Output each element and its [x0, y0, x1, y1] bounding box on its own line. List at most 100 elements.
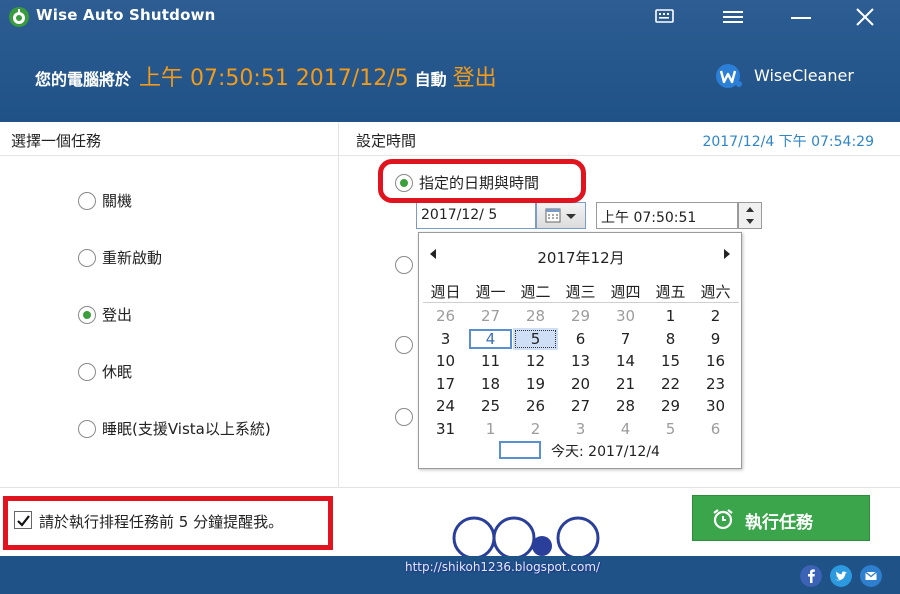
calendar-day[interactable]: 29	[558, 305, 603, 327]
radio-sleep[interactable]	[78, 420, 96, 438]
calendar-day[interactable]: 1	[468, 418, 513, 440]
schedule-time: 上午 07:50:51 2017/12/5	[139, 66, 409, 91]
run-task-button[interactable]: 執行任務	[692, 495, 870, 541]
calendar-day[interactable]: 17	[423, 373, 468, 395]
calendar-day[interactable]: 20	[558, 373, 603, 395]
schedule-suffix: 自動	[414, 70, 447, 89]
calendar-day[interactable]: 6	[558, 328, 603, 350]
calendar-day[interactable]: 13	[558, 350, 603, 372]
calendar-day[interactable]: 16	[693, 350, 738, 372]
calendar-day[interactable]: 28	[603, 395, 648, 417]
calendar-weekday-row: 週日 週一 週二 週三 週四 週五 週六	[423, 281, 739, 303]
calendar-day[interactable]: 4	[603, 418, 648, 440]
time-field[interactable]: 上午 07:50:51	[596, 202, 738, 229]
calendar-day[interactable]: 24	[423, 395, 468, 417]
calendar-day[interactable]: 5	[513, 327, 558, 350]
calendar-dropdown-button[interactable]	[536, 202, 586, 229]
radio-time-mode-2[interactable]	[395, 256, 413, 274]
calendar-day[interactable]: 27	[558, 395, 603, 417]
calendar-day[interactable]: 30	[603, 305, 648, 327]
calendar-day[interactable]: 15	[648, 350, 693, 372]
calendar-day[interactable]: 8	[648, 328, 693, 350]
calendar-day[interactable]: 31	[423, 418, 468, 440]
close-icon[interactable]	[850, 4, 880, 30]
weekday-label: 週三	[565, 283, 596, 301]
radio-time-mode-3[interactable]	[395, 336, 413, 354]
calendar-day[interactable]: 2	[513, 418, 558, 440]
annotation-highlight-reminder	[3, 496, 333, 550]
next-month-icon[interactable]	[721, 247, 733, 261]
weekday-label: 週四	[610, 283, 641, 301]
spin-down-icon[interactable]	[739, 216, 761, 228]
calendar-month-label: 2017年12月	[537, 249, 625, 267]
calendar-day[interactable]: 19	[513, 373, 558, 395]
task-section-title: 選擇一個任務	[11, 132, 102, 150]
radio-hibernate[interactable]	[78, 363, 96, 381]
calendar-day[interactable]: 25	[468, 395, 513, 417]
schedule-summary: 您的電腦將於 上午 07:50:51 2017/12/5 自動 登出	[35, 60, 497, 92]
blog-url-watermark: http://shikoh1236.blogspot.com/	[405, 560, 601, 574]
weekday-label: 週六	[700, 283, 731, 301]
calendar-day[interactable]: 26	[513, 395, 558, 417]
calendar-day[interactable]: 27	[468, 305, 513, 327]
time-spinner	[738, 202, 762, 229]
wisecleaner-logo-icon	[716, 64, 742, 88]
option-label-restart: 重新啟動	[102, 249, 163, 267]
option-label-hibernate: 休眠	[102, 363, 133, 381]
menu-icon[interactable]	[718, 4, 748, 30]
calendar-day[interactable]: 9	[693, 328, 738, 350]
minimize-icon[interactable]	[786, 4, 816, 30]
title-bar: Wise Auto Shutdown 您的電腦將於 上午 07:50:51 201…	[0, 0, 900, 122]
feedback-icon[interactable]	[650, 4, 680, 30]
time-section-header: 設定時間 2017/12/4 下午 07:54:29	[339, 122, 900, 156]
calendar-day[interactable]: 10	[423, 350, 468, 372]
calendar-day[interactable]: 18	[468, 373, 513, 395]
email-icon[interactable]	[860, 565, 882, 587]
current-datetime: 2017/12/4 下午 07:54:29	[702, 134, 874, 150]
calendar-day[interactable]: 22	[648, 373, 693, 395]
time-section-title: 設定時間	[356, 132, 417, 150]
bottom-divider	[0, 487, 900, 488]
calendar-day[interactable]: 5	[648, 418, 693, 440]
date-picker-field[interactable]: 2017/12/ 5	[416, 202, 536, 229]
calendar-day[interactable]: 12	[513, 350, 558, 372]
today-link[interactable]: 今天: 2017/12/4	[551, 441, 660, 461]
option-label-sleep: 睡眠(支援Vista以上系統)	[102, 420, 271, 438]
calendar-day[interactable]: 6	[693, 418, 738, 440]
weekday-label: 週一	[475, 283, 506, 301]
calendar-day[interactable]: 26	[423, 305, 468, 327]
calendar-day[interactable]: 7	[603, 328, 648, 350]
radio-shutdown[interactable]	[78, 192, 96, 210]
calendar-day[interactable]: 21	[603, 373, 648, 395]
alarm-clock-icon	[713, 509, 733, 530]
app-logo-icon	[9, 7, 29, 27]
radio-restart[interactable]	[78, 249, 96, 267]
annotation-highlight-datetime-mode	[378, 159, 586, 203]
calendar-day[interactable]: 29	[648, 395, 693, 417]
twitter-icon[interactable]	[830, 565, 852, 587]
calendar-popup: 2017年12月 週日 週一 週二 週三 週四 週五 週六 26 27 28 29 30…	[418, 232, 742, 469]
calendar-day[interactable]: 28	[513, 305, 558, 327]
today-marker	[499, 441, 541, 459]
facebook-icon[interactable]	[800, 565, 822, 587]
calendar-day[interactable]: 14	[603, 350, 648, 372]
column-divider	[338, 122, 339, 487]
calendar-day[interactable]: 3	[558, 418, 603, 440]
option-label-shutdown: 關機	[102, 192, 133, 210]
radio-time-mode-4[interactable]	[395, 408, 413, 426]
window-title: Wise Auto Shutdown	[36, 6, 216, 24]
radio-logoff[interactable]	[78, 306, 96, 324]
calendar-day[interactable]: 4	[468, 328, 513, 350]
schedule-action: 登出	[452, 66, 497, 91]
calendar-day[interactable]: 3	[423, 328, 468, 350]
calendar-day[interactable]: 11	[468, 350, 513, 372]
calendar-day[interactable]: 2	[693, 305, 738, 327]
spin-up-icon[interactable]	[739, 203, 761, 215]
calendar-day[interactable]: 1	[648, 305, 693, 327]
task-section-header: 選擇一個任務	[0, 122, 338, 156]
weekday-label: 週日	[430, 283, 461, 301]
calendar-day[interactable]: 23	[693, 373, 738, 395]
calendar-day[interactable]: 30	[693, 395, 738, 417]
run-task-label: 執行任務	[745, 513, 813, 533]
weekday-label: 週二	[520, 283, 551, 301]
